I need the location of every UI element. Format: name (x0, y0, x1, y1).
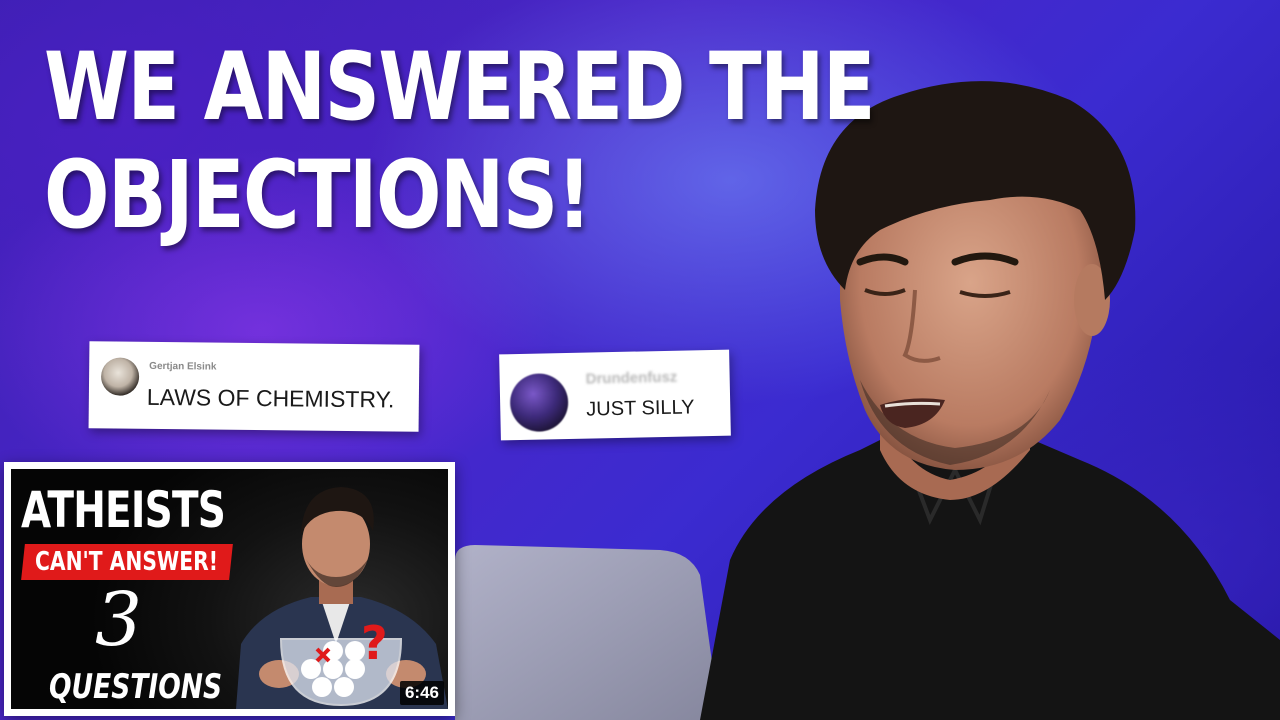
video-thumbnail-image[interactable]: ? ATHEISTS CAN'T ANSWER! 3 QUESTIONS 6:4… (11, 469, 448, 709)
avatar (100, 357, 140, 396)
comment-text: JUST SILLY (586, 396, 695, 421)
thumbnail-canvas: WE ANSWERED THE OBJECTIONS! Gertjan Elsi… (0, 0, 1280, 720)
thumbnail-banner-text: CAN'T ANSWER! (35, 547, 219, 577)
thumbnail-title: ATHEISTS (21, 481, 226, 539)
svg-text:?: ? (361, 616, 388, 670)
video-duration-badge: 6:46 (399, 681, 444, 705)
avatar (509, 372, 569, 433)
headline-line-1: WE ANSWERED THE (44, 33, 875, 142)
comment-author: Drundenfusz (585, 368, 678, 388)
comment-card-2: Drundenfusz JUST SILLY (499, 349, 731, 441)
headline-line-2: OBJECTIONS! (44, 141, 592, 250)
thumbnail-subtitle: QUESTIONS (49, 667, 223, 707)
comment-card-1: Gertjan Elsink LAWS OF CHEMISTRY. (88, 341, 420, 432)
video-thumbnail-card[interactable]: ? ATHEISTS CAN'T ANSWER! 3 QUESTIONS 6:4… (4, 462, 455, 716)
thumbnail-number: 3 (95, 577, 143, 663)
comment-author: Gertjan Elsink (149, 360, 217, 373)
comment-text: LAWS OF CHEMISTRY. (146, 383, 395, 413)
headline: WE ANSWERED THE OBJECTIONS! (44, 33, 875, 250)
